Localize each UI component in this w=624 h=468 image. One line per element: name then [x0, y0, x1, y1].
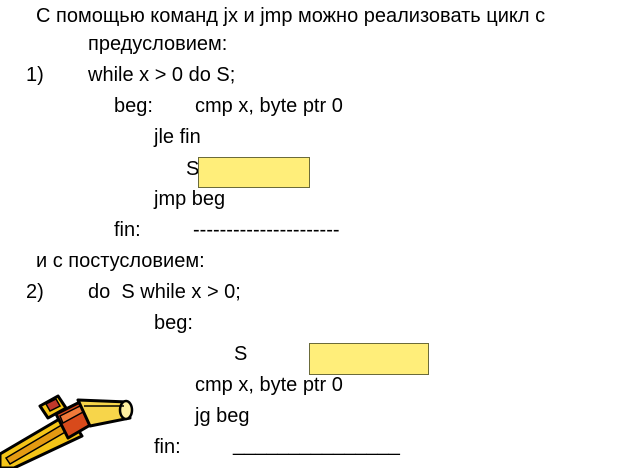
item-2-jg: jg beg — [195, 405, 250, 427]
item-1-statement: while x > 0 do S; — [88, 64, 236, 86]
item-1-beg-instruction: cmp x, byte ptr 0 — [195, 95, 343, 117]
item-1-highlight-box — [198, 157, 310, 188]
item-2-cmp: cmp x, byte ptr 0 — [195, 374, 343, 396]
item-1-fin-label: fin: — [114, 219, 141, 241]
item-2-statement: do S while x > 0; — [88, 281, 241, 303]
item-2-fin-label: fin: — [154, 436, 181, 458]
item-2-s: S — [234, 343, 248, 365]
item-2-fin-line: _______________ — [233, 434, 400, 456]
item-2-highlight-box — [309, 343, 429, 375]
item-1-jmp: jmp beg — [154, 188, 226, 210]
intro-line-1: С помощью команд jx и jmp можно реализов… — [36, 5, 546, 27]
item-2-number: 2) — [26, 281, 44, 303]
item-2-beg-label: beg: — [154, 312, 193, 334]
pencil-clipart-icon — [0, 394, 134, 468]
item-1-jle: jle fin — [154, 126, 201, 148]
item-1-beg-label: beg: — [114, 95, 153, 117]
item-1-number: 1) — [26, 64, 44, 86]
post-intro: и с постусловием: — [36, 250, 205, 272]
intro-line-2: предусловием: — [88, 33, 228, 55]
item-1-fin-line: ---------------------- — [193, 219, 340, 241]
